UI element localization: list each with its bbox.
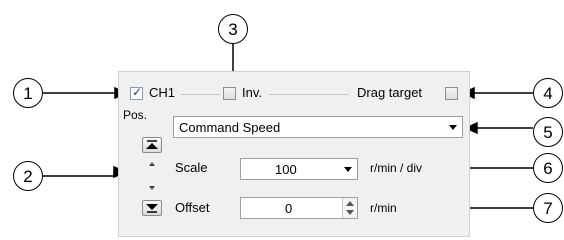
offset-value[interactable]: 0 <box>285 201 292 217</box>
move-to-bottom-button[interactable] <box>142 200 162 216</box>
signal-select-value: Command Speed <box>179 120 281 135</box>
scale-unit: r/min / div <box>370 161 423 175</box>
move-to-top-button[interactable] <box>142 137 162 153</box>
inv-checkbox[interactable] <box>223 87 236 100</box>
offset-spinbox[interactable]: 0 <box>240 197 358 219</box>
channel-panel: CH1 Inv. Drag target Pos. Command Speed … <box>118 71 470 237</box>
drag-target-checkbox[interactable] <box>445 87 458 100</box>
offset-label: Offset <box>175 200 210 215</box>
double-chevron-up-icon <box>146 140 158 149</box>
position-up-button[interactable] <box>146 156 158 166</box>
chevron-down-icon <box>449 125 457 130</box>
caret-up-icon <box>149 162 155 166</box>
drag-target-label: Drag target <box>357 85 423 100</box>
double-chevron-down-icon <box>146 204 158 213</box>
offset-unit: r/min <box>370 201 397 215</box>
position-down-button[interactable] <box>146 180 158 190</box>
header-separator-left <box>181 94 221 95</box>
ch1-label: CH1 <box>149 85 176 100</box>
scale-select-value: 100 <box>275 162 297 177</box>
scale-select[interactable]: 100 <box>240 158 358 180</box>
signal-select[interactable]: Command Speed <box>173 116 463 138</box>
position-label: Pos. <box>123 108 148 122</box>
header-separator-right <box>269 94 349 95</box>
inv-label: Inv. <box>242 85 262 100</box>
caret-down-icon <box>149 186 155 190</box>
ch1-checkbox[interactable] <box>130 85 143 100</box>
chevron-down-icon <box>344 167 352 172</box>
scale-label: Scale <box>175 160 208 175</box>
offset-spin-buttons[interactable] <box>342 198 357 218</box>
spin-arrows-icon <box>346 201 354 215</box>
